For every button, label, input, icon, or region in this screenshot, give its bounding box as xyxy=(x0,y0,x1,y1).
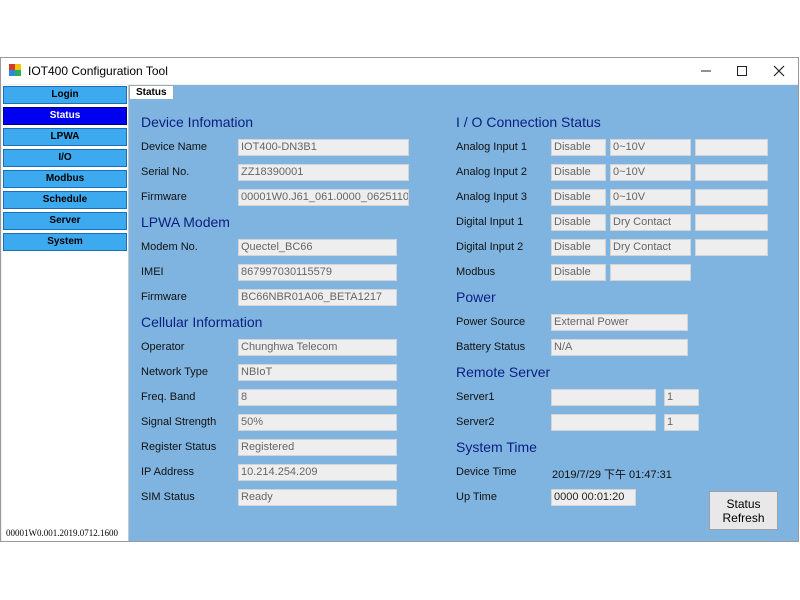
sim-status-label: SIM Status xyxy=(141,491,195,503)
io-type-field[interactable]: 0~10V xyxy=(610,189,691,206)
server1-number-field[interactable]: 1 xyxy=(664,389,699,406)
network-type-field[interactable]: NBIoT xyxy=(238,364,397,381)
operator-field[interactable]: Chunghwa Telecom xyxy=(238,339,397,356)
nav-schedule[interactable]: Schedule xyxy=(3,191,127,209)
io-row-label: Analog Input 1 xyxy=(456,141,527,153)
power-heading: Power xyxy=(456,289,496,305)
ip-address-label: IP Address xyxy=(141,466,194,478)
device-time-label: Device Time xyxy=(456,466,517,478)
minimize-button[interactable] xyxy=(688,58,724,84)
tab-strip: Status xyxy=(129,85,798,99)
sidebar: Login Status LPWA I/O Modbus Schedule Se… xyxy=(2,85,129,541)
io-heading: I / O Connection Status xyxy=(456,114,601,130)
io-value-field[interactable] xyxy=(695,189,768,206)
io-value-field[interactable] xyxy=(695,214,768,231)
nav-server[interactable]: Server xyxy=(3,212,127,230)
firmware-label: Firmware xyxy=(141,191,187,203)
server1-label: Server1 xyxy=(456,391,495,403)
server2-label: Server2 xyxy=(456,416,495,428)
title-bar: IOT400 Configuration Tool xyxy=(1,58,798,84)
system-time-heading: System Time xyxy=(456,439,537,455)
version-label: 00001W0.001.2019.0712.1600 xyxy=(6,528,118,538)
io-row-label: Digital Input 1 xyxy=(456,216,524,228)
tab-status[interactable]: Status xyxy=(129,85,174,99)
io-type-field[interactable]: 0~10V xyxy=(610,139,691,156)
lpwa-heading: LPWA Modem xyxy=(141,214,230,230)
io-type-field[interactable]: Dry Contact xyxy=(610,214,691,231)
status-panel: Device Infomation Device Name IOT400-DN3… xyxy=(129,99,798,541)
signal-field[interactable]: 50% xyxy=(238,414,397,431)
up-time-label: Up Time xyxy=(456,491,497,503)
io-type-field[interactable]: 0~10V xyxy=(610,164,691,181)
serial-label: Serial No. xyxy=(141,166,190,178)
freq-band-label: Freq. Band xyxy=(141,391,196,403)
signal-label: Signal Strength xyxy=(141,416,217,428)
serial-field[interactable]: ZZ18390001 xyxy=(238,164,409,181)
minimize-icon xyxy=(701,70,711,72)
maximize-icon xyxy=(737,66,747,76)
refresh-label-line1: Status xyxy=(726,497,761,511)
server2-field[interactable] xyxy=(551,414,656,431)
nav-system[interactable]: System xyxy=(3,233,127,251)
device-time-value: 2019/7/29 下午 01:47:31 xyxy=(552,469,672,481)
app-window: IOT400 Configuration Tool Login Status L… xyxy=(0,57,799,542)
server2-number-field[interactable]: 1 xyxy=(664,414,699,431)
maximize-button[interactable] xyxy=(724,58,760,84)
io-state-field[interactable]: Disable xyxy=(551,189,606,206)
refresh-label-line2: Refresh xyxy=(722,511,765,525)
io-state-field[interactable]: Disable xyxy=(551,214,606,231)
modem-field[interactable]: Quectel_BC66 xyxy=(238,239,397,256)
modbus-state-field[interactable]: Disable xyxy=(551,264,606,281)
status-refresh-button[interactable]: Status Refresh xyxy=(709,491,778,530)
modem-firmware-field[interactable]: BC66NBR01A06_BETA1217 xyxy=(238,289,397,306)
operator-label: Operator xyxy=(141,341,185,353)
device-name-label: Device Name xyxy=(141,141,208,153)
close-button[interactable] xyxy=(761,58,797,84)
io-state-field[interactable]: Disable xyxy=(551,239,606,256)
network-type-label: Network Type xyxy=(141,366,209,378)
io-row-label: Digital Input 2 xyxy=(456,241,524,253)
sim-status-field[interactable]: Ready xyxy=(238,489,397,506)
nav-lpwa[interactable]: LPWA xyxy=(3,128,127,146)
device-name-field[interactable]: IOT400-DN3B1 xyxy=(238,139,409,156)
io-state-field[interactable]: Disable xyxy=(551,164,606,181)
firmware-field[interactable]: 00001W0.J61_061.0000_06251100 xyxy=(238,189,409,206)
power-source-field[interactable]: External Power xyxy=(551,314,688,331)
modem-firmware-label: Firmware xyxy=(141,291,187,303)
io-row-label: Analog Input 2 xyxy=(456,166,527,178)
imei-field[interactable]: 867997030115579 xyxy=(238,264,397,281)
ip-address-field[interactable]: 10.214.254.209 xyxy=(238,464,397,481)
io-value-field[interactable] xyxy=(695,139,768,156)
modbus-label: Modbus xyxy=(456,266,496,278)
nav-modbus[interactable]: Modbus xyxy=(3,170,127,188)
io-type-field[interactable]: Dry Contact xyxy=(610,239,691,256)
up-time-field[interactable]: 0000 00:01:20 xyxy=(551,489,636,506)
io-row-label: Analog Input 3 xyxy=(456,191,527,203)
window-title: IOT400 Configuration Tool xyxy=(28,64,168,78)
register-status-label: Register Status xyxy=(141,441,217,453)
cellular-heading: Cellular Information xyxy=(141,314,263,330)
battery-status-field[interactable]: N/A xyxy=(551,339,688,356)
nav-status[interactable]: Status xyxy=(3,107,127,125)
remote-server-heading: Remote Server xyxy=(456,364,551,380)
io-state-field[interactable]: Disable xyxy=(551,139,606,156)
register-status-field[interactable]: Registered xyxy=(238,439,397,456)
io-value-field[interactable] xyxy=(695,239,768,256)
nav-io[interactable]: I/O xyxy=(3,149,127,167)
power-source-label: Power Source xyxy=(456,316,526,328)
modem-label: Modem No. xyxy=(141,241,198,253)
app-icon xyxy=(9,64,21,76)
io-value-field[interactable] xyxy=(695,164,768,181)
nav-login[interactable]: Login xyxy=(3,86,127,104)
battery-status-label: Battery Status xyxy=(456,341,526,353)
device-info-heading: Device Infomation xyxy=(141,114,254,130)
server1-field[interactable] xyxy=(551,389,656,406)
close-icon xyxy=(773,65,785,77)
imei-label: IMEI xyxy=(141,266,164,278)
freq-band-field[interactable]: 8 xyxy=(238,389,397,406)
modbus-type-field[interactable] xyxy=(610,264,691,281)
